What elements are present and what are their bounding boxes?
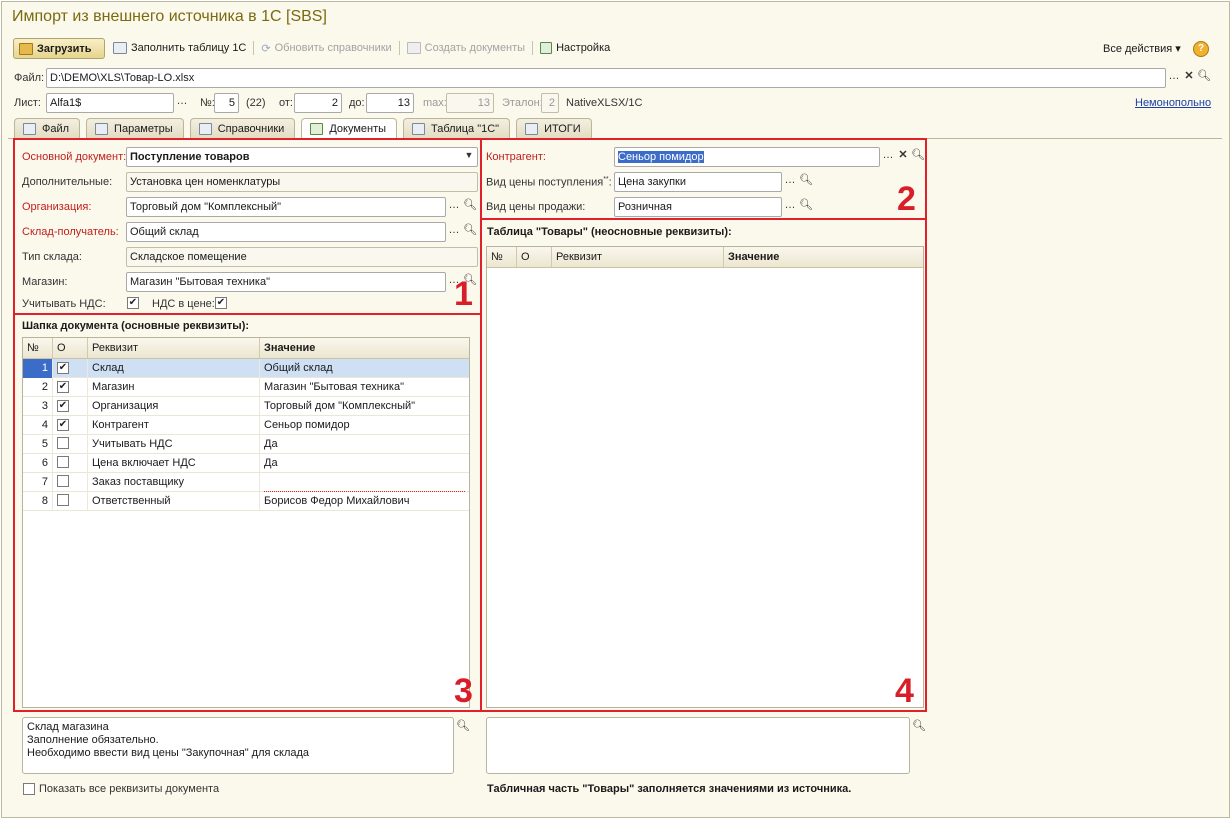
driver-label: NativeXLSX/1C <box>566 97 643 109</box>
sheet-input[interactable]: Alfa1$ <box>46 93 174 113</box>
to-input[interactable]: 13 <box>366 93 414 113</box>
from-input[interactable]: 2 <box>294 93 342 113</box>
hint-line: Необходимо ввести вид цены "Закупочная" … <box>27 747 310 759</box>
etalon-label: Эталон: <box>502 97 543 109</box>
hint-memo: Склад магазина Заполнение обязательно. Н… <box>22 717 454 774</box>
hint-line: Склад магазина <box>27 721 109 733</box>
annotation-box-1 <box>13 138 482 315</box>
hint-line: Заполнение обязательно. <box>27 734 159 746</box>
sheet-label: Лист: <box>14 97 41 109</box>
create-docs-label: Создать документы <box>424 42 526 54</box>
tab-documents[interactable]: Документы <box>301 118 398 139</box>
goods-hint-memo <box>486 717 910 774</box>
tab-label: Файл <box>42 122 70 135</box>
totals-icon <box>525 122 539 135</box>
file-input[interactable]: D:\DEMO\XLS\Товар-LO.xlsx <box>46 68 1166 88</box>
tab-params[interactable]: Параметры <box>86 118 184 138</box>
tab-bar: Файл Параметры Справочники Документы Таб… <box>14 118 592 139</box>
marker-3: 3 <box>454 672 473 710</box>
from-label: от: <box>279 97 293 109</box>
show-all-checkbox[interactable] <box>23 783 35 795</box>
tab-label: Таблица "1С" <box>431 122 500 135</box>
settings-icon <box>540 42 553 54</box>
document-icon <box>406 42 421 54</box>
load-button-label: Загрузить <box>37 42 92 55</box>
settings-button[interactable]: Настройка <box>537 38 613 58</box>
sheet-number-label: №: <box>200 97 215 109</box>
tab-totals[interactable]: ИТОГИ <box>516 118 592 138</box>
search-icon[interactable]: 🔍︎ <box>1196 69 1212 87</box>
refs-icon <box>198 122 212 135</box>
refresh-refs-label: Обновить справочники <box>274 42 392 54</box>
marker-2: 2 <box>897 180 916 218</box>
toolbar-separator <box>398 41 400 55</box>
tab-label: Документы <box>329 123 387 135</box>
tab-refs[interactable]: Справочники <box>189 118 296 138</box>
etalon-value: 2 <box>541 93 559 113</box>
show-all-label: Показать все реквизиты документа <box>39 783 220 795</box>
tab-table-1c[interactable]: Таблица "1С" <box>403 118 511 138</box>
max-label: max: <box>423 97 447 109</box>
params-icon <box>95 122 109 135</box>
marker-1: 1 <box>454 275 473 313</box>
toolbar-separator <box>253 41 255 55</box>
load-icon <box>19 42 33 55</box>
table-icon <box>113 42 127 54</box>
tab-label: Параметры <box>114 122 173 135</box>
toolbar: Заполнить таблицу 1С ⟳ Обновить справочни… <box>110 37 613 59</box>
file-icon <box>23 122 36 135</box>
browse-icon[interactable]: … <box>174 94 190 112</box>
clear-icon[interactable]: ✕ <box>1181 69 1197 87</box>
window-title: Импорт из внешнего источника в 1С [SBS] <box>12 8 327 25</box>
to-label: до: <box>349 97 365 109</box>
load-button[interactable]: Загрузить <box>13 38 105 59</box>
marker-4: 4 <box>895 672 914 710</box>
help-icon[interactable]: ? <box>1193 41 1209 57</box>
sheet-total: (22) <box>246 97 266 109</box>
annotation-box-3 <box>13 313 482 712</box>
footer-note: Табличная часть "Товары" заполняется зна… <box>487 783 852 795</box>
tab-file[interactable]: Файл <box>14 118 81 138</box>
tab-label: Справочники <box>217 122 285 135</box>
browse-icon[interactable]: … <box>1166 69 1182 87</box>
create-docs-button[interactable]: Создать документы <box>404 38 528 58</box>
toolbar-separator <box>532 41 534 55</box>
tab-label: ИТОГИ <box>544 122 581 135</box>
fill-table-button[interactable]: Заполнить таблицу 1С <box>110 38 249 58</box>
search-icon[interactable]: 🔍︎ <box>911 719 927 737</box>
annotation-box-2 <box>480 138 927 220</box>
all-actions-menu[interactable]: Все действия ▾ <box>1103 42 1181 55</box>
refresh-icon: ⟳ <box>261 42 271 55</box>
file-label: Файл: <box>14 72 45 84</box>
max-value: 13 <box>446 93 494 113</box>
sheet-number-input[interactable]: 5 <box>214 93 239 113</box>
annotation-box-4 <box>480 218 927 712</box>
search-icon[interactable]: 🔍︎ <box>455 719 471 737</box>
mode-link[interactable]: Немонопольно <box>1135 97 1211 109</box>
document-icon <box>310 123 324 135</box>
fill-table-label: Заполнить таблицу 1С <box>131 42 247 54</box>
table-icon <box>412 122 426 135</box>
refresh-refs-button[interactable]: ⟳ Обновить справочники <box>258 38 394 58</box>
settings-label: Настройка <box>556 42 611 54</box>
